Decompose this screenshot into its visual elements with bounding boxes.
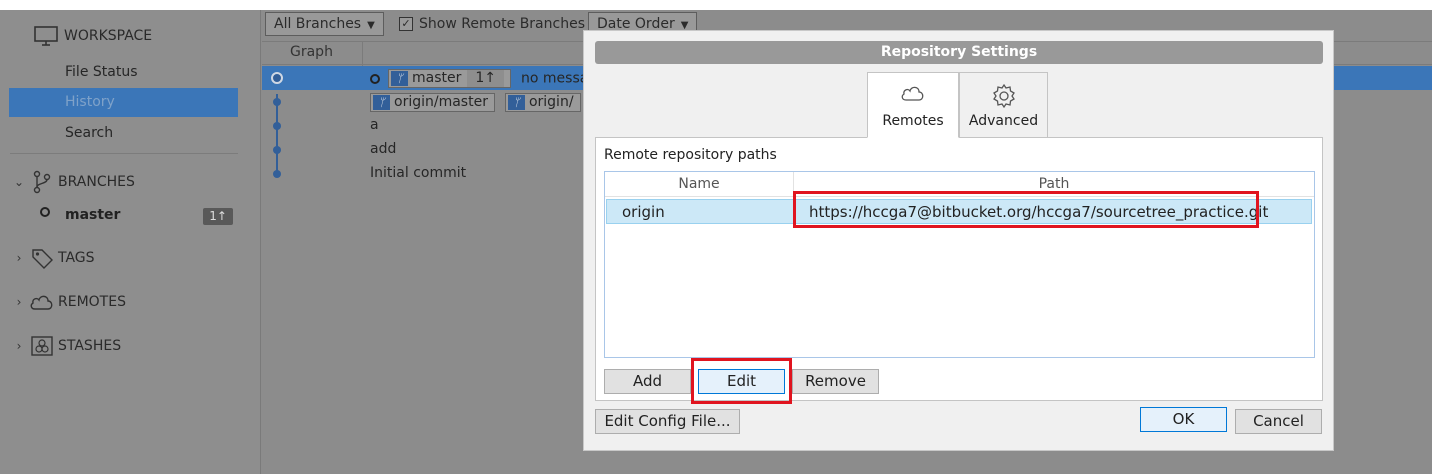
branches-label: BRANCHES xyxy=(58,174,135,190)
branch-icon: ᛘ xyxy=(391,71,408,86)
sidebar-item-search[interactable]: Search xyxy=(9,119,238,148)
branch-icon: ᛘ xyxy=(507,95,525,110)
graph-column-header[interactable]: Graph xyxy=(290,44,333,60)
tags-header[interactable]: › TAGS xyxy=(10,246,95,270)
sidebar-divider xyxy=(10,153,238,154)
remote-name: origin xyxy=(622,203,665,221)
branches-dropdown[interactable]: All Branches ▼ xyxy=(265,12,384,36)
stashes-header[interactable]: › STASHES xyxy=(10,334,121,358)
checkmark-icon: ✓ xyxy=(399,17,413,31)
branches-header[interactable]: ⌄ BRANCHES xyxy=(10,170,135,194)
path-highlight-box xyxy=(793,191,1259,228)
cloud-icon xyxy=(868,83,958,109)
stash-icon xyxy=(28,334,56,358)
head-marker-icon xyxy=(370,73,380,84)
graph-node xyxy=(273,170,281,178)
remote-branch-label: origin/master xyxy=(394,94,488,110)
cloud-icon xyxy=(28,290,56,314)
commit-message: a xyxy=(370,117,379,133)
branch-tag: ᛘ master 1↑ xyxy=(388,69,512,88)
remotes-header[interactable]: › REMOTES xyxy=(10,290,126,314)
branch-head-icon xyxy=(40,207,50,217)
remote-branch-tag: ᛘ origin/ xyxy=(504,93,581,112)
tags-label: TAGS xyxy=(58,250,95,266)
branch-icon xyxy=(28,170,56,194)
column-header-path[interactable]: Path xyxy=(794,176,1314,192)
remote-branch-label: origin/ xyxy=(528,94,574,110)
repository-settings-dialog: Repository Settings Remotes Advanced Rem… xyxy=(583,30,1334,451)
chevron-down-icon: ⌄ xyxy=(13,175,25,189)
sidebar-item-file-status[interactable]: File Status xyxy=(9,58,238,87)
workspace-header[interactable]: WORKSPACE xyxy=(32,24,152,48)
sidebar-item-branch-master[interactable]: master 1↑ xyxy=(9,203,247,229)
chevron-right-icon: › xyxy=(16,251,22,265)
chevron-right-icon: › xyxy=(16,295,22,309)
panel-title: Remote repository paths xyxy=(604,147,777,163)
remote-branch-tag: ᛘ origin/master xyxy=(370,93,495,112)
chevron-right-icon: › xyxy=(16,339,22,353)
graph-node xyxy=(273,146,281,154)
gear-icon xyxy=(960,83,1047,109)
column-separator xyxy=(362,42,363,66)
top-strip xyxy=(0,0,1432,10)
ahead-count: 1↑ xyxy=(467,70,505,87)
tag-icon xyxy=(28,246,56,270)
stashes-label: STASHES xyxy=(58,338,122,354)
cancel-button[interactable]: Cancel xyxy=(1235,409,1322,434)
tab-remotes[interactable]: Remotes xyxy=(867,72,959,138)
tab-remotes-label: Remotes xyxy=(882,113,944,129)
graph-head-node xyxy=(271,72,283,84)
remotes-label: REMOTES xyxy=(58,294,126,310)
branches-dropdown-value: All Branches xyxy=(274,16,362,32)
branch-name: master xyxy=(65,207,121,223)
graph-node xyxy=(273,98,281,106)
tab-advanced-label: Advanced xyxy=(968,113,1039,129)
edit-config-file-button[interactable]: Edit Config File... xyxy=(595,409,740,434)
ahead-badge: 1↑ xyxy=(203,208,233,225)
workspace-label: WORKSPACE xyxy=(64,28,153,44)
monitor-icon xyxy=(32,24,60,48)
show-remote-branches-checkbox[interactable]: ✓ Show Remote Branches xyxy=(399,16,585,32)
show-remote-label: Show Remote Branches xyxy=(419,16,585,32)
sidebar-item-history[interactable]: History xyxy=(9,88,238,117)
edit-highlight-box xyxy=(691,358,792,404)
remove-button[interactable]: Remove xyxy=(792,369,879,394)
commit-row-content: ᛘ origin/master ᛘ origin/ xyxy=(370,93,591,112)
sidebar: WORKSPACE File Status History Search ⌄ B… xyxy=(0,10,261,474)
dialog-title: Repository Settings xyxy=(595,41,1323,64)
chevron-down-icon: ▼ xyxy=(367,20,375,31)
branch-icon: ᛘ xyxy=(373,95,390,110)
column-header-name[interactable]: Name xyxy=(605,176,793,192)
branch-tag-label: master xyxy=(412,70,462,86)
graph-node xyxy=(273,122,281,130)
tab-advanced[interactable]: Advanced xyxy=(959,72,1048,138)
add-button[interactable]: Add xyxy=(604,369,691,394)
commit-row-content: ᛘ master 1↑ no messag xyxy=(370,69,597,88)
commit-message: Initial commit xyxy=(370,165,467,181)
graph-line xyxy=(276,94,278,176)
ok-button[interactable]: OK xyxy=(1140,407,1227,432)
commit-message: add xyxy=(370,141,397,157)
